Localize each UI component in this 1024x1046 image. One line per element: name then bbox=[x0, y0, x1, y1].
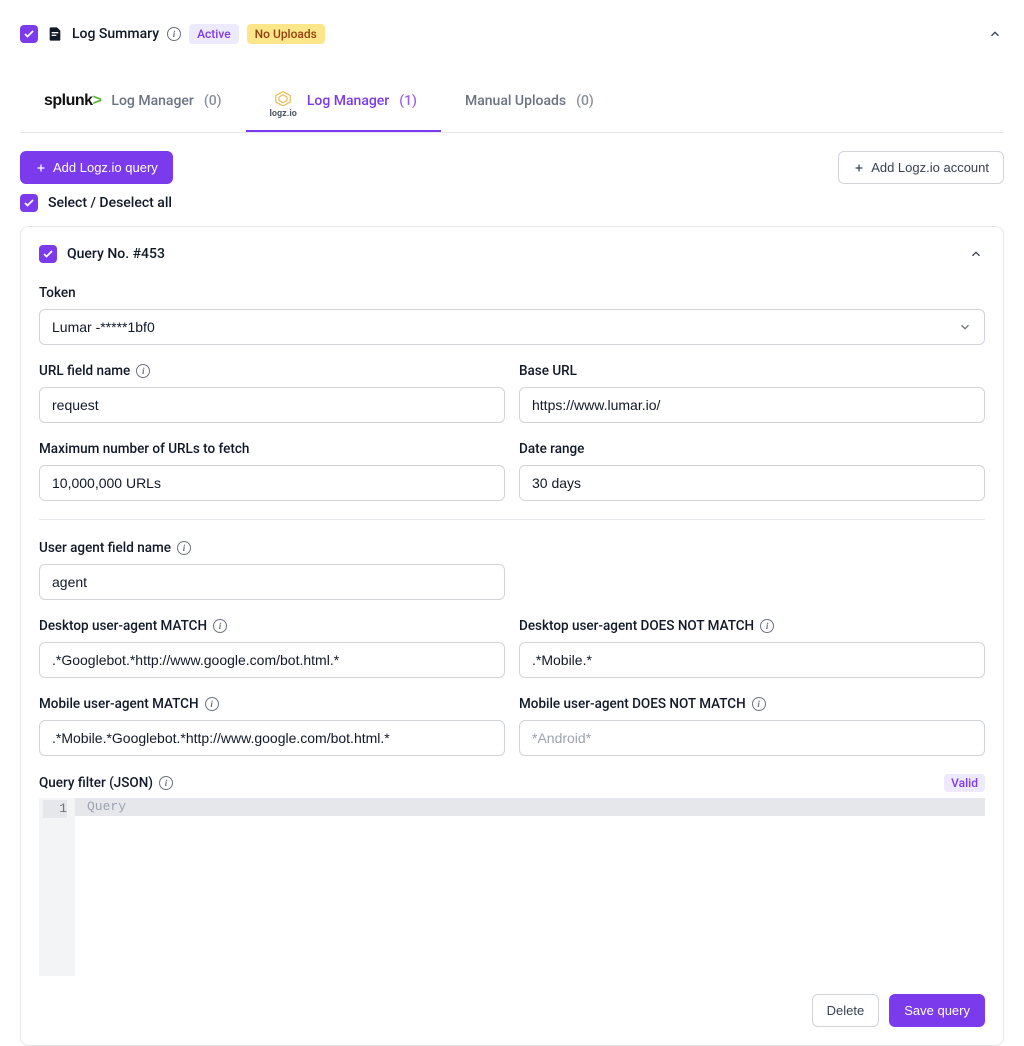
add-query-label: Add Logz.io query bbox=[53, 160, 158, 175]
max-urls-group: Maximum number of URLs to fetch bbox=[39, 441, 505, 501]
query-title: Query No. #453 bbox=[67, 246, 165, 262]
splunk-logo-text: splunk bbox=[44, 92, 93, 109]
tabs: splunk> Log Manager (0) logz.io Log Mana… bbox=[20, 72, 1004, 133]
query-filter-header: Query filter (JSON) i Valid bbox=[39, 774, 985, 792]
splunk-logo: splunk> bbox=[44, 90, 101, 112]
card-header: Query No. #453 bbox=[39, 245, 985, 263]
actions-row: Add Logz.io query Add Logz.io account bbox=[20, 151, 1004, 184]
tab-manual-uploads[interactable]: Manual Uploads (0) bbox=[441, 72, 618, 132]
desktop-nomatch-group: Desktop user-agent DOES NOT MATCH i bbox=[519, 618, 985, 678]
max-urls-input[interactable] bbox=[39, 465, 505, 501]
info-icon[interactable]: i bbox=[177, 541, 191, 555]
editor-gutter: 1 bbox=[39, 798, 75, 976]
mobile-match-input[interactable] bbox=[39, 720, 505, 756]
url-field-label: URL field name bbox=[39, 363, 130, 379]
panel-header-left: Log Summary i Active No Uploads bbox=[20, 24, 325, 44]
tab-splunk-label: Log Manager bbox=[111, 93, 193, 109]
mobile-match-group: Mobile user-agent MATCH i bbox=[39, 696, 505, 756]
add-logzio-account-button[interactable]: Add Logz.io account bbox=[838, 151, 1004, 184]
url-field-input[interactable] bbox=[39, 387, 505, 423]
mobile-nomatch-label: Mobile user-agent DOES NOT MATCH bbox=[519, 696, 746, 712]
url-field-group: URL field name i bbox=[39, 363, 505, 423]
base-url-input[interactable] bbox=[519, 387, 985, 423]
plus-icon bbox=[35, 162, 47, 174]
desktop-match-input[interactable] bbox=[39, 642, 505, 678]
card-header-left: Query No. #453 bbox=[39, 245, 165, 263]
tab-manual-label: Manual Uploads bbox=[465, 93, 566, 109]
tab-logzio-label: Log Manager bbox=[307, 93, 389, 109]
desktop-match-group: Desktop user-agent MATCH i bbox=[39, 618, 505, 678]
info-icon[interactable]: i bbox=[159, 776, 173, 790]
tab-logzio[interactable]: logz.io Log Manager (1) bbox=[246, 72, 441, 132]
desktop-match-label: Desktop user-agent MATCH bbox=[39, 618, 207, 634]
editor-placeholder: Query bbox=[75, 798, 985, 816]
add-account-label: Add Logz.io account bbox=[871, 160, 989, 175]
mobile-nomatch-group: Mobile user-agent DOES NOT MATCH i bbox=[519, 696, 985, 756]
separator bbox=[39, 519, 985, 520]
collapse-panel-icon[interactable] bbox=[986, 25, 1004, 43]
date-range-group: Date range bbox=[519, 441, 985, 501]
logzio-logo-text: logz.io bbox=[270, 110, 297, 119]
info-icon[interactable]: i bbox=[752, 697, 766, 711]
max-urls-label: Maximum number of URLs to fetch bbox=[39, 441, 505, 457]
info-icon[interactable]: i bbox=[136, 364, 150, 378]
delete-button[interactable]: Delete bbox=[812, 994, 880, 1027]
info-icon[interactable]: i bbox=[205, 697, 219, 711]
info-icon[interactable]: i bbox=[167, 27, 181, 41]
badge-no-uploads: No Uploads bbox=[247, 24, 325, 44]
tab-logzio-count: (1) bbox=[399, 93, 417, 109]
ua-field-group: User agent field name i bbox=[39, 540, 505, 600]
info-icon[interactable]: i bbox=[760, 619, 774, 633]
tab-splunk-count: (0) bbox=[204, 93, 222, 109]
mobile-match-label: Mobile user-agent MATCH bbox=[39, 696, 199, 712]
tab-splunk[interactable]: splunk> Log Manager (0) bbox=[20, 72, 246, 132]
panel-check-icon[interactable] bbox=[20, 25, 38, 43]
badge-active: Active bbox=[189, 24, 239, 44]
base-url-group: Base URL bbox=[519, 363, 985, 423]
ua-field-input[interactable] bbox=[39, 564, 505, 600]
date-range-input[interactable] bbox=[519, 465, 985, 501]
panel-header: Log Summary i Active No Uploads bbox=[20, 20, 1004, 52]
select-deselect-all[interactable]: Select / Deselect all bbox=[20, 194, 1004, 212]
save-query-button[interactable]: Save query bbox=[889, 994, 985, 1027]
query-check-icon[interactable] bbox=[39, 245, 57, 263]
document-icon bbox=[46, 24, 64, 44]
editor-area[interactable]: Query bbox=[75, 798, 985, 976]
add-logzio-query-button[interactable]: Add Logz.io query bbox=[20, 151, 173, 184]
info-icon[interactable]: i bbox=[213, 619, 227, 633]
token-group: Token Lumar -*****1bf0 bbox=[39, 285, 985, 345]
token-select[interactable]: Lumar -*****1bf0 bbox=[39, 309, 985, 345]
valid-badge: Valid bbox=[944, 774, 985, 792]
line-number: 1 bbox=[43, 800, 67, 818]
base-url-label: Base URL bbox=[519, 363, 985, 379]
desktop-nomatch-input[interactable] bbox=[519, 642, 985, 678]
desktop-nomatch-label: Desktop user-agent DOES NOT MATCH bbox=[519, 618, 754, 634]
ua-field-label: User agent field name bbox=[39, 540, 171, 556]
query-filter-editor[interactable]: 1 Query bbox=[39, 798, 985, 976]
query-card: Query No. #453 Token Lumar -*****1bf0 UR… bbox=[20, 226, 1004, 1046]
plus-icon bbox=[853, 162, 865, 174]
select-all-label: Select / Deselect all bbox=[48, 195, 172, 211]
panel-title: Log Summary bbox=[72, 26, 159, 42]
mobile-nomatch-input[interactable] bbox=[519, 720, 985, 756]
select-all-check-icon bbox=[20, 194, 38, 212]
card-footer: Delete Save query bbox=[39, 994, 985, 1027]
logzio-logo: logz.io bbox=[270, 90, 297, 112]
tab-manual-count: (0) bbox=[576, 93, 594, 109]
date-range-label: Date range bbox=[519, 441, 985, 457]
collapse-card-icon[interactable] bbox=[967, 245, 985, 263]
query-filter-label: Query filter (JSON) bbox=[39, 775, 153, 791]
token-label: Token bbox=[39, 285, 985, 301]
